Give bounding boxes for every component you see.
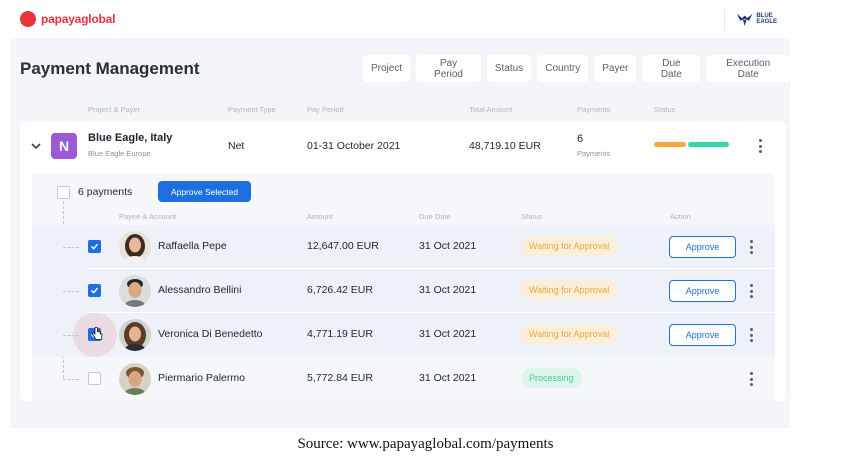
- status-badge: Waiting for Approval: [521, 324, 618, 344]
- column-header-amount: Amount: [307, 212, 333, 221]
- due-date: 31 Oct 2021: [419, 240, 477, 252]
- filter-bar: Project Pay Period Status Country Payer …: [363, 55, 790, 82]
- payments-count-label: Payments: [577, 149, 611, 158]
- avatar: [119, 231, 151, 263]
- column-header-payments: Payments: [577, 105, 611, 114]
- tree-branch: [63, 335, 79, 336]
- chevron-down-icon[interactable]: [30, 141, 42, 151]
- payments-count: 6: [577, 133, 584, 145]
- source-caption: Source: www.papayaglobal.com/payments: [297, 436, 554, 452]
- payee-name: Raffaella Pepe: [158, 240, 227, 252]
- due-date: 31 Oct 2021: [419, 284, 477, 296]
- check-icon: [90, 243, 99, 250]
- column-header-total-amount: Total Amount: [469, 105, 513, 114]
- approve-button[interactable]: Approve: [669, 236, 736, 258]
- payment-amount: 6,726.42 EUR: [307, 284, 373, 296]
- row-checkbox[interactable]: [88, 372, 101, 385]
- project-card: N Blue Eagle, Italy Blue Eagle Europe Ne…: [20, 121, 786, 401]
- row-more-icon[interactable]: [745, 282, 757, 300]
- row-more-icon[interactable]: [745, 238, 757, 256]
- top-bar: papayaglobal BLUE EAGLE: [10, 0, 790, 38]
- column-header-payment-type: Payment Type: [228, 105, 276, 114]
- approve-button[interactable]: Approve: [669, 324, 736, 346]
- payee-name: Veronica Di Benedetto: [158, 328, 263, 340]
- filter-pay-period[interactable]: Pay Period: [416, 55, 481, 82]
- column-header-pay-period: Pay Period: [307, 105, 344, 114]
- row-more-icon[interactable]: [745, 326, 757, 344]
- payment-row[interactable]: Raffaella Pepe 12,647.00 EUR 31 Oct 2021…: [32, 225, 775, 269]
- payment-amount: 4,771.19 EUR: [307, 328, 373, 340]
- filter-payer[interactable]: Payer: [594, 55, 637, 82]
- payment-amount: 5,772.84 EUR: [307, 372, 373, 384]
- filter-project[interactable]: Project: [363, 55, 411, 82]
- client-logo: BLUE EAGLE: [736, 10, 790, 28]
- payment-row[interactable]: Veronica Di Benedetto 4,771.19 EUR 31 Oc…: [32, 313, 775, 357]
- row-checkbox[interactable]: [88, 240, 101, 253]
- approve-selected-button[interactable]: Approve Selected: [158, 181, 251, 202]
- client-logo-text: BLUE EAGLE: [756, 13, 778, 25]
- filter-due-date[interactable]: Due Date: [642, 55, 701, 82]
- filter-execution-date[interactable]: Execution Date: [706, 55, 790, 82]
- row-more-icon[interactable]: [745, 370, 757, 388]
- due-date: 31 Oct 2021: [419, 328, 477, 340]
- due-date: 31 Oct 2021: [419, 372, 477, 384]
- project-more-icon[interactable]: [754, 137, 766, 155]
- total-amount: 48,719.10 EUR: [469, 140, 541, 152]
- status-progress-done: [688, 142, 729, 147]
- row-checkbox[interactable]: [88, 284, 101, 297]
- project-avatar: N: [51, 133, 77, 159]
- column-header-action: Action: [670, 212, 691, 221]
- check-icon: [90, 287, 99, 294]
- page-margin: [790, 0, 851, 472]
- avatar: [119, 319, 151, 351]
- avatar: [119, 363, 151, 395]
- payment-amount: 12,647.00 EUR: [307, 240, 379, 252]
- payee-name: Piermario Palermo: [158, 372, 245, 384]
- page-title: Payment Management: [20, 59, 200, 78]
- header-divider: [724, 9, 725, 31]
- status-progress-pending: [654, 142, 686, 147]
- tree-branch: [63, 247, 79, 248]
- payee-name: Alessandro Bellini: [158, 284, 242, 296]
- payment-app: Payment Management Project Pay Period St…: [10, 38, 790, 428]
- filter-country[interactable]: Country: [537, 55, 589, 82]
- avatar: [119, 275, 151, 307]
- brand-name: papayaglobal: [41, 12, 116, 26]
- pay-period: 01-31 October 2021: [307, 140, 401, 152]
- eagle-icon: [736, 13, 753, 26]
- column-header-payee: Payee & Account: [119, 212, 177, 221]
- tree-branch: [63, 379, 79, 380]
- project-name[interactable]: Blue Eagle, Italy: [88, 132, 172, 144]
- approve-button[interactable]: Approve: [669, 280, 736, 302]
- select-all-checkbox[interactable]: [57, 186, 70, 199]
- hand-cursor-icon: [91, 327, 103, 340]
- filter-status[interactable]: Status: [486, 55, 532, 82]
- tree-branch: [63, 291, 79, 292]
- payment-type: Net: [228, 140, 245, 152]
- column-header-due-date: Due Date: [419, 212, 451, 221]
- status-badge: Waiting for Approval: [521, 280, 618, 300]
- payments-panel: 6 payments Approve Selected Payee & Acco…: [32, 173, 775, 401]
- status-badge: Processing: [521, 368, 582, 388]
- payment-row[interactable]: Piermario Palermo 5,772.84 EUR 31 Oct 20…: [32, 357, 775, 401]
- column-header-status: Status: [654, 105, 676, 114]
- payment-row[interactable]: Alessandro Bellini 6,726.42 EUR 31 Oct 2…: [32, 269, 775, 313]
- papaya-logo[interactable]: papayaglobal: [20, 11, 115, 27]
- column-header-payment-status: Status: [521, 212, 543, 221]
- column-header-project-payer: Project & Payer: [88, 105, 141, 114]
- status-badge: Waiting for Approval: [521, 236, 618, 256]
- papaya-logo-icon: [20, 11, 36, 27]
- payer-name: Blue Eagle Europe: [88, 149, 151, 158]
- payments-count-summary: 6 payments: [78, 186, 133, 198]
